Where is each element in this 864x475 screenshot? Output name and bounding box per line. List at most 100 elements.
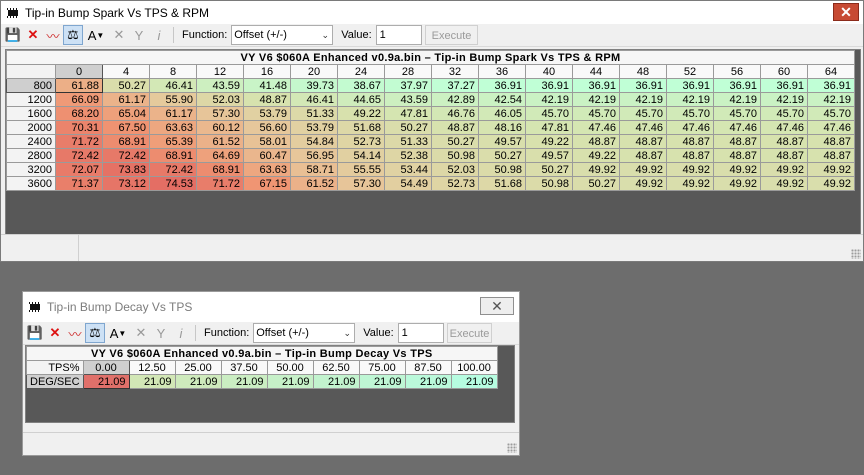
table-cell[interactable]: 61.88 bbox=[55, 78, 103, 93]
table-cell[interactable]: 45.70 bbox=[713, 106, 761, 121]
table-cell[interactable]: 43.59 bbox=[384, 92, 432, 107]
table-cell[interactable]: 50.98 bbox=[431, 148, 479, 163]
row-header[interactable]: DEG/SEC bbox=[26, 374, 84, 389]
table-cell[interactable]: 63.63 bbox=[149, 120, 197, 135]
table-cell[interactable]: 50.27 bbox=[384, 120, 432, 135]
close-button[interactable]: ✕ bbox=[480, 297, 514, 315]
table-cell[interactable]: 65.04 bbox=[102, 106, 150, 121]
table-cell[interactable]: 45.70 bbox=[807, 106, 855, 121]
table-cell[interactable]: 37.97 bbox=[384, 78, 432, 93]
row-header[interactable]: 2800 bbox=[6, 148, 56, 163]
table-cell[interactable]: 49.92 bbox=[807, 162, 855, 177]
table-cell[interactable]: 68.91 bbox=[102, 134, 150, 149]
column-header[interactable]: 12.50 bbox=[128, 360, 176, 375]
table-cell[interactable]: 57.30 bbox=[337, 176, 385, 191]
table-cell[interactable]: 49.92 bbox=[760, 162, 808, 177]
table-cell[interactable]: 36.91 bbox=[807, 78, 855, 93]
table-cell[interactable]: 52.03 bbox=[431, 162, 479, 177]
table-cell[interactable]: 21.09 bbox=[174, 374, 222, 389]
table-cell[interactable]: 21.09 bbox=[450, 374, 498, 389]
table-cell[interactable]: 58.01 bbox=[243, 134, 291, 149]
table-cell[interactable]: 49.92 bbox=[713, 176, 761, 191]
column-header[interactable]: 16 bbox=[243, 64, 291, 79]
column-header[interactable]: 75.00 bbox=[358, 360, 406, 375]
table-cell[interactable]: 48.87 bbox=[666, 134, 714, 149]
table-cell[interactable]: 49.22 bbox=[572, 148, 620, 163]
wand-icon[interactable]: Y bbox=[129, 25, 149, 45]
table-cell[interactable]: 49.22 bbox=[525, 134, 573, 149]
column-header[interactable]: 24 bbox=[337, 64, 385, 79]
table-cell[interactable]: 42.19 bbox=[666, 92, 714, 107]
table-cell[interactable]: 52.38 bbox=[384, 148, 432, 163]
table-cell[interactable]: 48.87 bbox=[572, 134, 620, 149]
row-header[interactable]: 1200 bbox=[6, 92, 56, 107]
table-cell[interactable]: 51.33 bbox=[384, 134, 432, 149]
column-header[interactable]: 0.00 bbox=[82, 360, 130, 375]
table-cell[interactable]: 50.27 bbox=[102, 78, 150, 93]
table-cell[interactable]: 61.17 bbox=[149, 106, 197, 121]
column-header[interactable]: 64 bbox=[807, 64, 855, 79]
table-cell[interactable]: 56.60 bbox=[243, 120, 291, 135]
table-cell[interactable]: 42.54 bbox=[478, 92, 526, 107]
table-cell[interactable]: 49.92 bbox=[760, 176, 808, 191]
close-button[interactable]: ✕ bbox=[833, 3, 859, 21]
table-cell[interactable]: 48.87 bbox=[243, 92, 291, 107]
table-cell[interactable]: 46.76 bbox=[431, 106, 479, 121]
table-cell[interactable]: 36.91 bbox=[619, 78, 667, 93]
table-cell[interactable]: 55.55 bbox=[337, 162, 385, 177]
table-cell[interactable]: 41.48 bbox=[243, 78, 291, 93]
column-header[interactable]: 0 bbox=[55, 64, 103, 79]
table-cell[interactable]: 47.46 bbox=[619, 120, 667, 135]
table-cell[interactable]: 53.79 bbox=[290, 120, 338, 135]
table-cell[interactable]: 42.19 bbox=[713, 92, 761, 107]
table-cell[interactable]: 36.91 bbox=[572, 78, 620, 93]
table-cell[interactable]: 61.17 bbox=[102, 92, 150, 107]
table-cell[interactable]: 60.47 bbox=[243, 148, 291, 163]
table-cell[interactable]: 36.91 bbox=[666, 78, 714, 93]
table-cell[interactable]: 42.19 bbox=[807, 92, 855, 107]
graph-icon[interactable]: 〰 bbox=[43, 25, 63, 45]
delete-icon[interactable]: ✕ bbox=[23, 25, 43, 45]
balance-icon[interactable]: ⚖ bbox=[63, 25, 83, 45]
column-header[interactable]: 40 bbox=[525, 64, 573, 79]
table-cell[interactable]: 48.87 bbox=[713, 148, 761, 163]
row-header[interactable]: 2000 bbox=[6, 120, 56, 135]
table-cell[interactable]: 48.87 bbox=[713, 134, 761, 149]
table-cell[interactable]: 47.81 bbox=[384, 106, 432, 121]
column-header[interactable]: 62.50 bbox=[312, 360, 360, 375]
table-cell[interactable]: 58.71 bbox=[290, 162, 338, 177]
column-header[interactable]: 44 bbox=[572, 64, 620, 79]
table-cell[interactable]: 38.67 bbox=[337, 78, 385, 93]
column-header[interactable]: 60 bbox=[760, 64, 808, 79]
column-header[interactable]: 32 bbox=[431, 64, 479, 79]
table-cell[interactable]: 71.37 bbox=[55, 176, 103, 191]
table-cell[interactable]: 52.03 bbox=[196, 92, 244, 107]
table-cell[interactable]: 45.70 bbox=[619, 106, 667, 121]
table-cell[interactable]: 57.30 bbox=[196, 106, 244, 121]
table-cell[interactable]: 42.19 bbox=[619, 92, 667, 107]
table-cell[interactable]: 52.73 bbox=[431, 176, 479, 191]
table-cell[interactable]: 47.46 bbox=[760, 120, 808, 135]
table-cell[interactable]: 64.69 bbox=[196, 148, 244, 163]
column-header[interactable]: 4 bbox=[102, 64, 150, 79]
info-icon[interactable]: i bbox=[149, 25, 169, 45]
table-cell[interactable]: 49.22 bbox=[337, 106, 385, 121]
column-header[interactable]: 28 bbox=[384, 64, 432, 79]
table-cell[interactable]: 66.09 bbox=[55, 92, 103, 107]
table-cell[interactable]: 49.92 bbox=[619, 176, 667, 191]
table-cell[interactable]: 48.87 bbox=[807, 134, 855, 149]
table-cell[interactable]: 36.91 bbox=[478, 78, 526, 93]
column-header[interactable]: 52 bbox=[666, 64, 714, 79]
save-icon[interactable]: 💾 bbox=[3, 25, 23, 45]
column-header[interactable]: 56 bbox=[713, 64, 761, 79]
table-cell[interactable]: 52.73 bbox=[337, 134, 385, 149]
table-cell[interactable]: 48.87 bbox=[619, 148, 667, 163]
table-cell[interactable]: 47.81 bbox=[525, 120, 573, 135]
function-select[interactable]: Offset (+/-) ⌄ bbox=[253, 323, 356, 343]
table-cell[interactable]: 50.98 bbox=[478, 162, 526, 177]
table-cell[interactable]: 42.19 bbox=[525, 92, 573, 107]
table-cell[interactable]: 47.46 bbox=[713, 120, 761, 135]
table-cell[interactable]: 47.46 bbox=[807, 120, 855, 135]
value-input[interactable]: 1 bbox=[397, 323, 444, 343]
table-cell[interactable]: 73.12 bbox=[102, 176, 150, 191]
